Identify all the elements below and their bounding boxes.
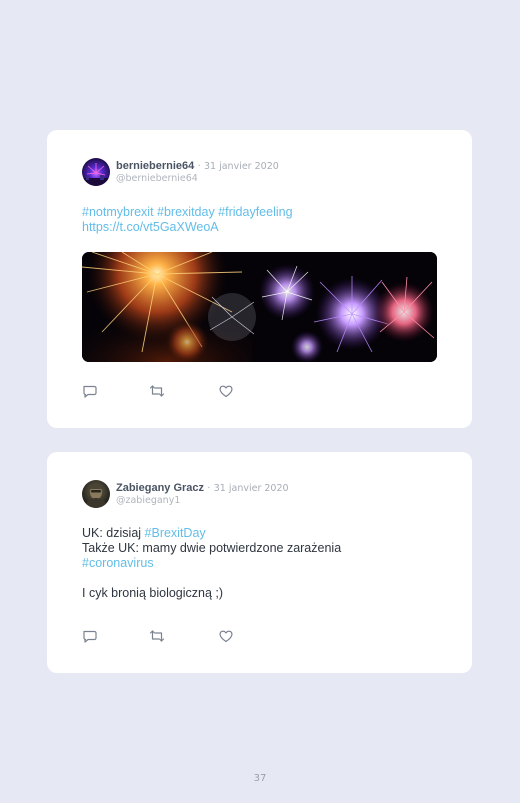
tweet-author-line: berniebernie64 · 31 janvier 2020 (116, 160, 279, 172)
reply-icon[interactable] (82, 628, 98, 644)
retweet-icon[interactable] (149, 628, 165, 644)
tweet-text: UK: dzisiaj #BrexitDay Także UK: mamy dwi… (82, 526, 442, 601)
author-name[interactable]: Zabiegany Gracz (116, 482, 204, 494)
tweet-text-line: #notmybrexit #brexitday #fridayfeeling (82, 205, 442, 220)
tweet-text-line: #coronavirus (82, 556, 442, 571)
page-number: 37 (253, 773, 267, 784)
portrait-avatar-icon[interactable] (82, 480, 110, 508)
tweet-author-line: Zabiegany Gracz · 31 janvier 2020 (116, 482, 289, 494)
tweet-link[interactable]: #coronavirus (82, 556, 154, 570)
tweet-date[interactable]: 31 janvier 2020 (214, 483, 289, 494)
author-handle[interactable]: @zabiegany1 (116, 495, 180, 506)
tweet-text-segment: Także UK: mamy dwie potwierdzone zarażen… (82, 541, 342, 555)
tweet-link[interactable]: #notmybrexit #brexitday #fridayfeeling (82, 205, 293, 219)
fireworks-avatar-icon[interactable] (82, 158, 110, 186)
tweet-text-line: I cyk bronią biologiczną ;) (82, 586, 442, 601)
reply-icon[interactable] (82, 383, 98, 399)
tweet-card: berniebernie64 · 31 janvier 2020 @bernie… (47, 130, 472, 428)
tweet-text: #notmybrexit #brexitday #fridayfeeling ht… (82, 205, 442, 235)
retweet-icon[interactable] (149, 383, 165, 399)
tweet-text-segment: UK: dzisiaj (82, 526, 145, 540)
tweet-date[interactable]: 31 janvier 2020 (204, 161, 279, 172)
author-handle[interactable]: @berniebernie64 (116, 173, 198, 184)
tweet-link[interactable]: https://t.co/vt5GaXWeoA (82, 220, 219, 234)
tweet-text-segment: I cyk bronią biologiczną ;) (82, 586, 224, 600)
tweet-text-line (82, 571, 442, 586)
author-name[interactable]: berniebernie64 (116, 160, 194, 172)
tweet-text-line: UK: dzisiaj #BrexitDay (82, 526, 442, 541)
heart-icon[interactable] (218, 628, 234, 644)
tweet-card: Zabiegany Gracz · 31 janvier 2020 @zabie… (47, 452, 472, 673)
meta-separator: · (197, 161, 201, 172)
heart-icon[interactable] (218, 383, 234, 399)
meta-separator: · (207, 483, 211, 494)
fireworks-photo[interactable] (82, 252, 437, 362)
tweet-text-line: https://t.co/vt5GaXWeoA (82, 220, 442, 235)
tweet-text-line: Także UK: mamy dwie potwierdzone zarażen… (82, 541, 442, 556)
tweet-link[interactable]: #BrexitDay (145, 526, 206, 540)
